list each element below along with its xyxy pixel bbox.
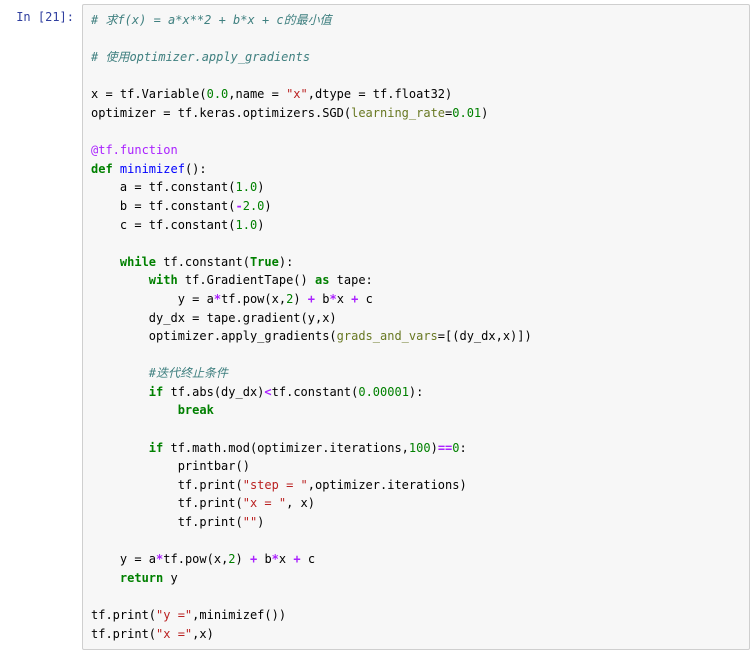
code-input-area[interactable]: # 求f(x) = a*x**2 + b*x + c的最小值 # 使用optim… <box>82 4 750 650</box>
input-prompt: In [21]: <box>6 4 82 24</box>
decorator: @tf.function <box>91 143 178 157</box>
comment-line: #迭代终止条件 <box>91 366 228 380</box>
comment-line: # 求f(x) = a*x**2 + b*x + c的最小值 <box>91 13 332 27</box>
comment-line: # 使用optimizer.apply_gradients <box>91 50 310 64</box>
notebook-cell: In [21]: # 求f(x) = a*x**2 + b*x + c的最小值 … <box>0 0 756 654</box>
code-content: # 求f(x) = a*x**2 + b*x + c的最小值 # 使用optim… <box>91 11 741 643</box>
